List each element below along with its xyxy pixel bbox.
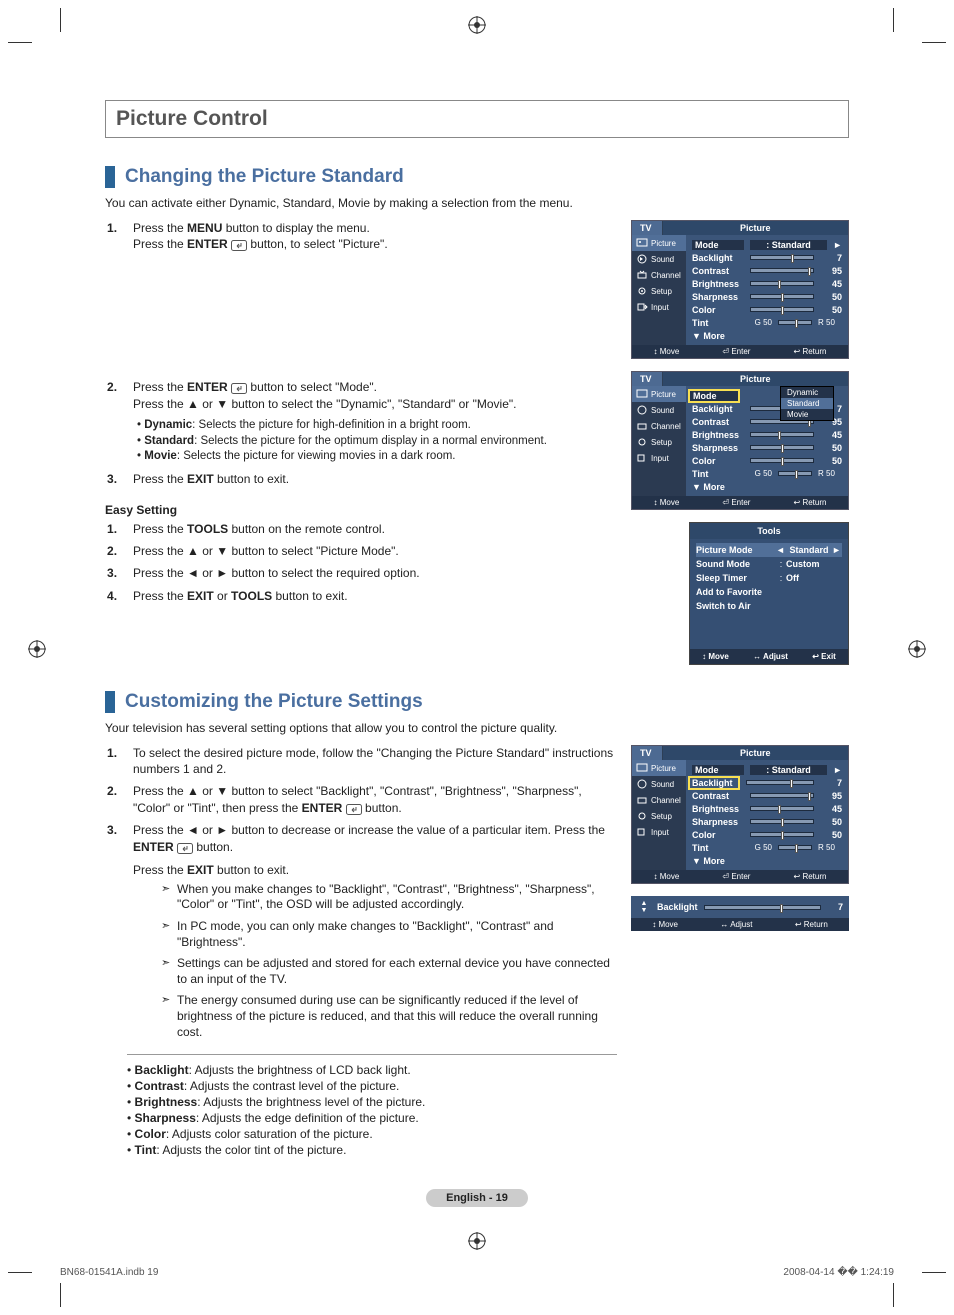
easy-setting-heading: Easy Setting <box>105 503 617 517</box>
note-2: In PC mode, you can only make changes to… <box>161 919 617 950</box>
osd-panel-backlight-selected: TV Picture Picture Sound Channel Setup I… <box>631 745 849 884</box>
section-title-customizing: Customizing the Picture Settings <box>105 691 849 713</box>
input-icon <box>636 302 648 312</box>
setup-icon <box>636 286 648 296</box>
section-title-changing-standard: Changing the Picture Standard <box>105 166 849 188</box>
mode-dropdown: Dynamic Standard Movie <box>780 386 834 421</box>
note-1: When you make changes to "Backlight", "C… <box>161 882 617 913</box>
enter-icon <box>177 839 193 855</box>
up-down-arrows-icon: ▲▼ <box>637 900 651 914</box>
step-2: Press the ENTER button to select "Mode".… <box>105 379 617 465</box>
crop-mark-icon <box>60 1283 61 1307</box>
enter-icon <box>346 800 362 816</box>
step-1: Press the MENU button to display the men… <box>105 220 617 253</box>
crop-mark-icon <box>893 1283 894 1307</box>
crop-mark-icon <box>8 1272 32 1273</box>
step-3: Press the EXIT button to exit. <box>105 471 617 487</box>
enter-icon <box>231 380 247 396</box>
cust-step-3: Press the ◄ or ► button to decrease or i… <box>105 822 617 1040</box>
osd-panel-picture-standard: TV Picture Picture Sound Channel Setup I… <box>631 220 849 359</box>
easy-step-1: Press the TOOLS button on the remote con… <box>105 521 617 537</box>
picture-icon <box>636 238 648 248</box>
sound-icon <box>636 254 648 264</box>
section2-intro: Your television has several setting opti… <box>105 721 849 735</box>
cust-step-2: Press the ▲ or ▼ button to select "Backl… <box>105 783 617 816</box>
easy-step-3: Press the ◄ or ► button to select the re… <box>105 565 617 581</box>
tools-title: Tools <box>690 523 848 539</box>
osd-title: Picture <box>663 221 848 235</box>
note-3: Settings can be adjusted and stored for … <box>161 956 617 987</box>
section1-intro: You can activate either Dynamic, Standar… <box>105 196 849 210</box>
note-4: The energy consumed during use can be si… <box>161 993 617 1040</box>
mode-option-dynamic: Dynamic <box>781 387 833 398</box>
chapter-title: Picture Control <box>105 100 849 138</box>
definitions-box: Backlight: Adjusts the brightness of LCD… <box>127 1054 617 1157</box>
page-number-pill: English - 19 <box>426 1189 528 1207</box>
print-file-label: BN68-01541A.indb 19 <box>60 1267 158 1278</box>
osd-panel-mode-dropdown: TV Picture Picture Sound Channel Setup I… <box>631 371 849 510</box>
move-icon: ↕ <box>654 347 658 356</box>
backlight-adjust-panel: ▲▼ Backlight 7 ↕ Move ↔ Adjust ↩ Return <box>631 896 849 931</box>
osd-tv-tab: TV <box>632 221 663 235</box>
easy-step-4: Press the EXIT or TOOLS button to exit. <box>105 588 617 604</box>
osd-nav: Picture Sound Channel Setup Input <box>632 235 686 345</box>
return-icon: ↩ <box>794 347 801 356</box>
tools-panel: Tools Picture Mode◄Standard► Sound Mode:… <box>689 522 849 665</box>
crop-mark-icon <box>922 1272 946 1273</box>
mode-option-standard: Standard <box>781 398 833 409</box>
enter-icon: ⏎ <box>722 347 729 356</box>
channel-icon <box>636 270 648 280</box>
print-timestamp: 2008-04-14 �� 1:24:19 <box>783 1267 894 1278</box>
print-footer: BN68-01541A.indb 19 2008-04-14 �� 1:24:1… <box>0 1247 954 1298</box>
enter-icon <box>231 237 247 253</box>
easy-step-2: Press the ▲ or ▼ button to select "Pictu… <box>105 543 617 559</box>
mode-option-movie: Movie <box>781 409 833 420</box>
cust-step-1: To select the desired picture mode, foll… <box>105 745 617 777</box>
